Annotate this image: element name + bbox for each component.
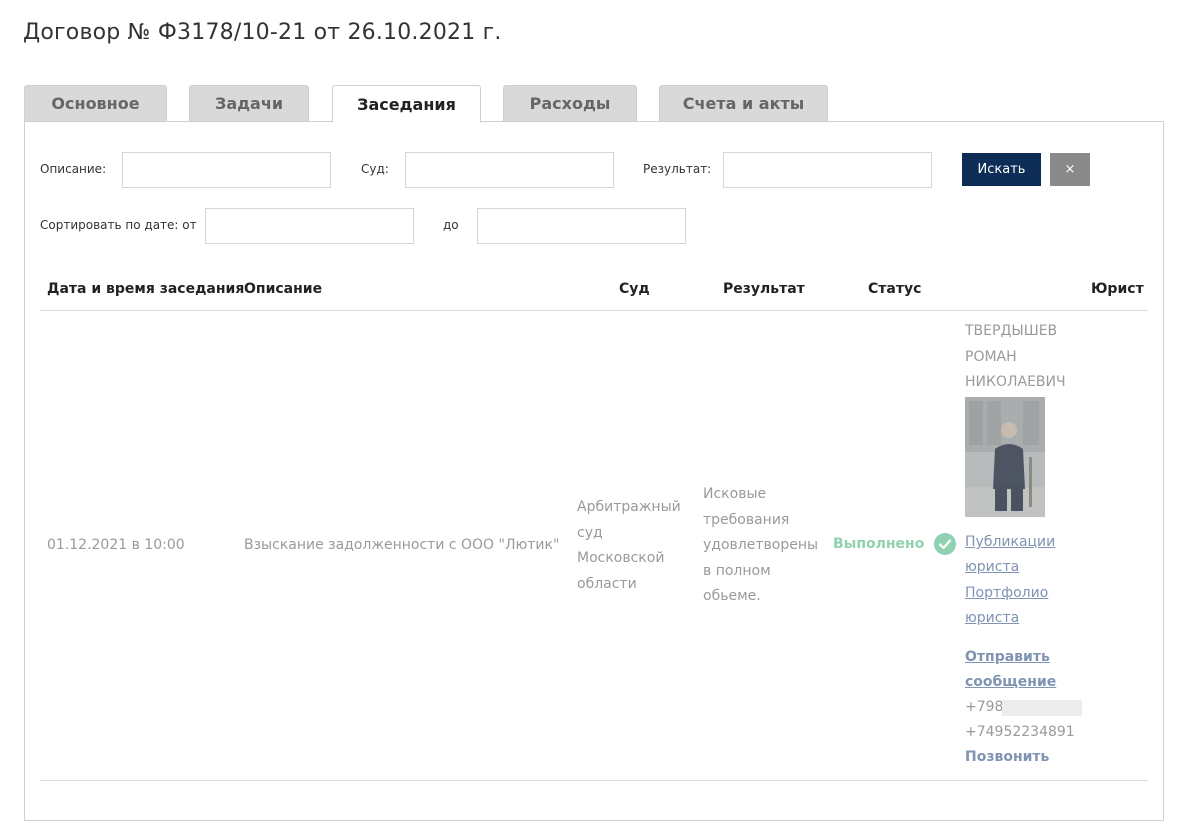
sort-date-to-input[interactable] (477, 208, 686, 244)
header-court: Суд (619, 281, 650, 297)
row-court-line: суд (577, 524, 603, 541)
sort-from-label: Сортировать по дате: от (40, 218, 197, 232)
page-title: Договор № Ф3178/10-21 от 26.10.2021 г. (23, 20, 502, 45)
status-text: Выполнено (833, 536, 925, 552)
row-description: Взыскание задолженности с ООО "Лютик" (244, 537, 560, 553)
lawyer-name-line: НИКОЛАЕВИЧ (965, 374, 1066, 390)
header-datetime: Дата и время заседания (47, 281, 245, 297)
search-button[interactable]: Искать (962, 153, 1041, 186)
tab-invoices[interactable]: Счета и акты (659, 85, 828, 121)
check-circle-icon (934, 533, 957, 555)
row-court-line: области (577, 575, 637, 592)
row-court: Арбитражный суд Московской области (577, 495, 681, 597)
status-badge: Выполнено (833, 533, 957, 555)
lawyer-name-line: ТВЕРДЫШЕВ (965, 323, 1058, 339)
row-result-line: требования (703, 511, 790, 528)
redacted-phone-block (1002, 700, 1082, 716)
row-result-line: Исковые (703, 486, 767, 502)
tab-hearings[interactable]: Заседания (332, 85, 481, 123)
link-line: юриста (965, 610, 1020, 626)
lawyer-name-line: РОМАН (965, 348, 1017, 365)
link-line: сообщение (965, 674, 1057, 690)
call-link[interactable]: Позвонить (965, 749, 1049, 765)
description-filter-label: Описание: (40, 162, 107, 176)
row-court-line: Московской (577, 550, 665, 566)
row-result-line: удовлетворены (703, 537, 819, 553)
send-message-link[interactable]: Отправить сообщение (965, 645, 1085, 695)
tab-main[interactable]: Основное (24, 85, 167, 121)
tab-bar: Основное Задачи Заседания Расходы Счета … (24, 85, 1164, 123)
header-lawyer: Юрист (1091, 281, 1144, 297)
row-result-line: в полном (703, 562, 771, 579)
header-result: Результат (723, 281, 805, 297)
tab-expenses[interactable]: Расходы (503, 85, 637, 121)
result-filter-label: Результат: (643, 162, 712, 176)
link-line: Отправить (965, 649, 1050, 665)
lawyer-name: ТВЕРДЫШЕВ РОМАН НИКОЛАЕВИЧ (965, 319, 1085, 396)
lawyer-office-phone: +74952234891 (965, 724, 1075, 740)
row-result-line: обьеме. (703, 588, 761, 604)
result-filter-input[interactable] (723, 152, 932, 188)
sort-to-label: до (443, 218, 459, 232)
lawyer-photo (965, 397, 1045, 517)
court-filter-label: Суд: (361, 162, 389, 176)
link-line: Публикации (965, 534, 1056, 550)
row-divider (40, 780, 1148, 781)
lawyer-portfolio-link[interactable]: Портфолио юриста (965, 581, 1085, 631)
sort-date-from-input[interactable] (205, 208, 414, 244)
clear-filters-button[interactable]: × (1050, 153, 1090, 186)
court-filter-input[interactable] (405, 152, 614, 188)
link-line: юриста (965, 559, 1020, 575)
header-divider (40, 310, 1148, 311)
header-status: Статус (868, 281, 922, 297)
row-result: Исковые требования удовлетворены в полно… (703, 482, 818, 610)
lawyer-publications-link[interactable]: Публикации юриста (965, 530, 1085, 580)
description-filter-input[interactable] (122, 152, 331, 188)
row-court-line: Арбитражный (577, 499, 681, 515)
lawyer-mobile-phone: +798 (965, 699, 1004, 715)
header-description: Описание (244, 281, 323, 297)
tab-tasks[interactable]: Задачи (189, 85, 309, 121)
row-datetime: 01.12.2021 в 10:00 (47, 537, 185, 553)
link-line: Портфолио (965, 585, 1049, 601)
